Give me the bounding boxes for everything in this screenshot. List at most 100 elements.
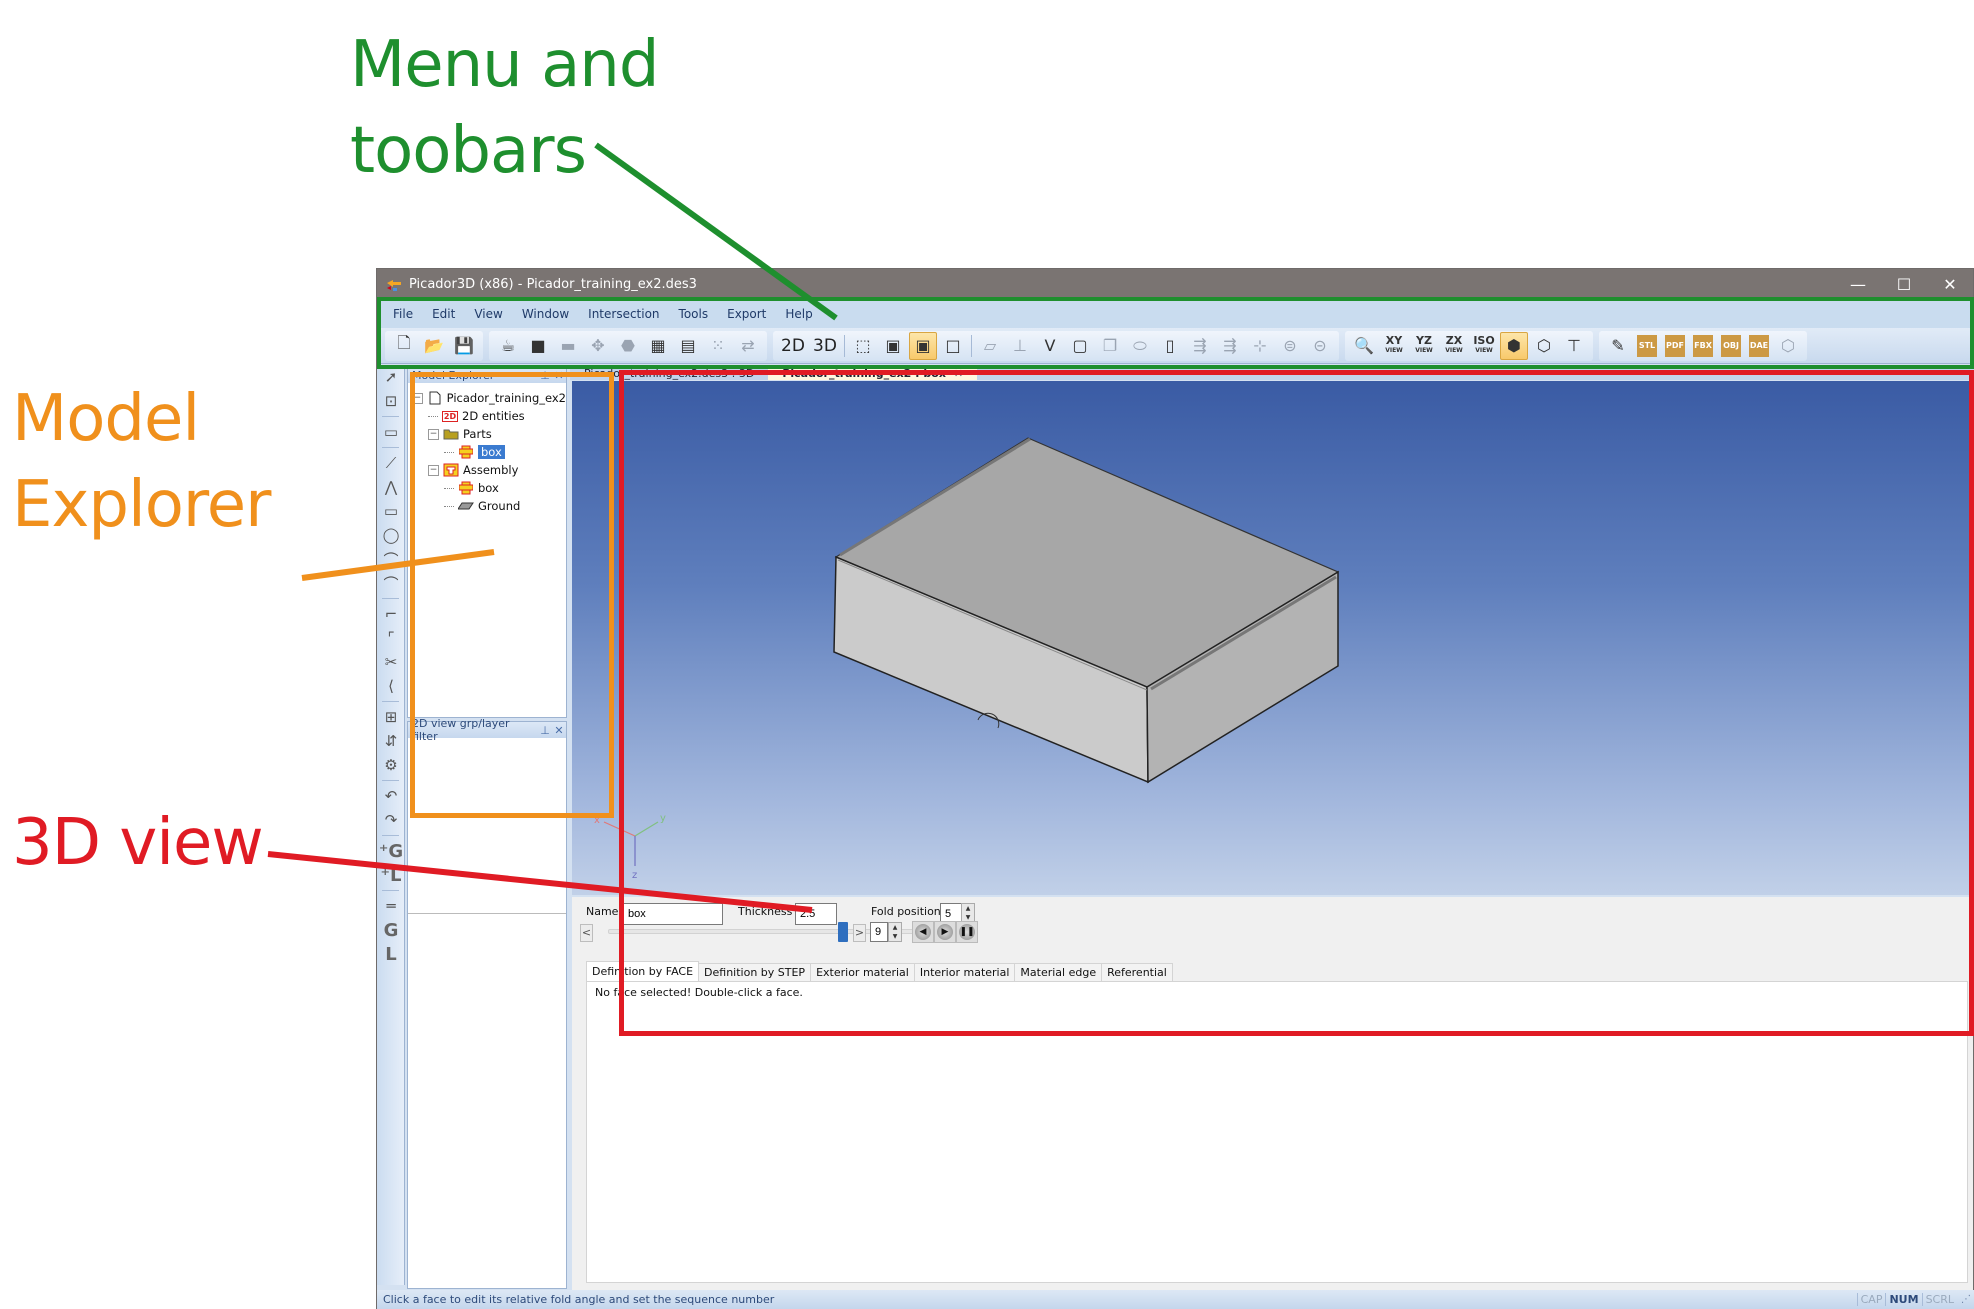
play-backward-button[interactable]: ◀ — [912, 921, 934, 943]
thickness-input[interactable] — [795, 903, 837, 925]
tab-exterior-material[interactable]: Exterior material — [810, 963, 915, 981]
mode-3d-button[interactable]: 3D — [810, 332, 840, 360]
rotate-part-icon[interactable]: ✥ — [584, 332, 612, 360]
export-3dpdf-icon[interactable]: PDF — [1665, 334, 1685, 357]
tab-definition-by-step[interactable]: Definition by STEP — [698, 963, 812, 981]
add-group-icon[interactable]: ⁺G — [377, 839, 405, 863]
grid-parts-icon[interactable]: ⁙ — [704, 332, 732, 360]
play-forward-button[interactable]: ▶ — [934, 921, 956, 943]
shaded-box-icon[interactable]: ▣ — [879, 332, 907, 360]
select-arrow-icon[interactable]: ➚ — [377, 365, 405, 389]
tree-item-box[interactable]: box — [412, 443, 566, 461]
zoom-icon[interactable]: 🔍 — [1350, 332, 1378, 360]
pin-icon[interactable]: ⊥ — [538, 369, 552, 382]
flatten-icon[interactable]: ⬭ — [1126, 332, 1154, 360]
swap-icon[interactable]: ⇄ — [734, 332, 762, 360]
tab-box-part[interactable]: Picador_training_ex2 : box ✕ — [768, 366, 978, 380]
parallel-icon[interactable]: ═ — [377, 894, 405, 918]
menu-view[interactable]: View — [474, 307, 502, 321]
polyline-icon[interactable]: ⋀ — [377, 475, 405, 499]
eraser-icon[interactable]: ▭ — [377, 420, 405, 444]
wireframe-icon[interactable]: ⬚ — [849, 332, 877, 360]
menu-intersection[interactable]: Intersection — [588, 307, 659, 321]
hidden-lines-icon[interactable]: □ — [939, 332, 967, 360]
layer-icon[interactable]: L — [377, 942, 405, 966]
parts-group-icon[interactable]: ▤ — [674, 332, 702, 360]
dimension-icon[interactable]: ⊥ — [1006, 332, 1034, 360]
menu-tools[interactable]: Tools — [679, 307, 709, 321]
tab-interior-material[interactable]: Interior material — [913, 963, 1016, 981]
group-icon[interactable]: G — [377, 918, 405, 942]
flip-icon[interactable]: ⇵ — [377, 729, 405, 753]
presentation-icon[interactable]: ⊤ — [1560, 332, 1588, 360]
shape-icon[interactable]: ⬣ — [614, 332, 642, 360]
close-button[interactable]: ✕ — [1927, 275, 1973, 294]
tab-referential[interactable]: Referential — [1101, 963, 1173, 981]
resize-grip-icon[interactable]: ⋰ — [1961, 1294, 1974, 1305]
line-icon[interactable]: ⟋ — [377, 451, 405, 475]
export-fbx-icon[interactable]: FBX — [1693, 334, 1713, 357]
close-tab-icon[interactable]: ✕ — [954, 367, 963, 380]
mode-2d-button[interactable]: 2D — [778, 332, 808, 360]
menu-export[interactable]: Export — [727, 307, 766, 321]
align-h-icon[interactable]: ⇶ — [1186, 332, 1214, 360]
align-v-icon[interactable]: ⇶ — [1216, 332, 1244, 360]
hang-alt-icon[interactable]: ⊝ — [1306, 332, 1334, 360]
slider-next-button[interactable]: > — [853, 924, 866, 942]
axis-icon[interactable]: ⊹ — [1246, 332, 1274, 360]
tab-material-edge[interactable]: Material edge — [1014, 963, 1103, 981]
corner-icon[interactable]: ⌐ — [377, 602, 405, 626]
tree-item-assembly[interactable]: − Assembly — [412, 461, 566, 479]
slider-prev-button[interactable]: < — [580, 924, 593, 942]
fold-slider-thumb[interactable] — [838, 922, 848, 942]
menu-file[interactable]: File — [393, 307, 413, 321]
step-input[interactable] — [870, 922, 888, 942]
minimize-button[interactable]: — — [1835, 275, 1881, 294]
pause-button[interactable]: ❚❚ — [956, 921, 978, 943]
tree-item-picador-training-ex2[interactable]: − Picador_training_ex2 — [412, 389, 566, 407]
tree-item-parts[interactable]: − Parts — [412, 425, 566, 443]
tree-item-box[interactable]: box — [412, 479, 566, 497]
machine-icon[interactable]: ⚙ — [377, 753, 405, 777]
save-icon[interactable]: 💾 — [450, 332, 478, 360]
hang-icon[interactable]: ⊜ — [1276, 332, 1304, 360]
parts-stack-icon[interactable]: ▦ — [644, 332, 672, 360]
rectangle-icon[interactable]: ▭ — [377, 499, 405, 523]
zx-view-icon[interactable]: ZX VIEW — [1440, 332, 1468, 360]
pin-icon[interactable]: ⊥ — [538, 724, 552, 737]
xy-view-icon[interactable]: XY VIEW — [1380, 332, 1408, 360]
crop-icon[interactable]: ⊞ — [377, 705, 405, 729]
maximize-button[interactable]: ☐ — [1881, 275, 1927, 294]
menu-edit[interactable]: Edit — [432, 307, 455, 321]
collapse-toggle-icon[interactable]: − — [428, 428, 439, 440]
step-stepper[interactable]: ▲ ▼ — [888, 922, 902, 942]
redo-icon[interactable]: ↷ — [377, 808, 405, 832]
mold-icon[interactable]: ▬ — [554, 332, 582, 360]
shaded-edges-icon[interactable]: ▣ — [909, 331, 937, 360]
scissors-icon[interactable]: ✂ — [377, 650, 405, 674]
3d-viewport[interactable]: x y z — [572, 381, 1973, 895]
circle-icon[interactable]: ◯ — [377, 523, 405, 547]
export-stl-icon[interactable]: STL — [1637, 334, 1657, 357]
copy-icon[interactable]: ❐ — [1096, 332, 1124, 360]
export-obj-icon[interactable]: OBJ — [1721, 334, 1741, 357]
close-panel-icon[interactable]: ✕ — [552, 724, 566, 737]
fillet-icon[interactable]: ⌜ — [377, 626, 405, 650]
open-file-icon[interactable]: 📂 — [420, 332, 448, 360]
undo-icon[interactable]: ↶ — [377, 784, 405, 808]
menu-help[interactable]: Help — [785, 307, 812, 321]
fold-position-stepper[interactable]: ▲ ▼ — [961, 903, 975, 923]
fold-icon[interactable]: V — [1036, 332, 1064, 360]
iso-view-icon[interactable]: ISO VIEW — [1470, 332, 1498, 360]
resize-sheet-icon[interactable]: ⊡ — [377, 389, 405, 413]
tree-item-ground[interactable]: Ground — [412, 497, 566, 515]
parts-icon[interactable]: ▱ — [976, 332, 1004, 360]
explode-cube-icon[interactable]: ⬡ — [1530, 332, 1558, 360]
edit-sign-icon[interactable]: ✎ — [1604, 332, 1632, 360]
perspective-cube-icon[interactable]: ⬢ — [1500, 331, 1528, 360]
close-panel-icon[interactable]: ✕ — [552, 369, 566, 382]
teapot-icon[interactable]: ☕ — [494, 332, 522, 360]
arc-3pt-icon[interactable]: ⌒ — [377, 571, 405, 595]
chamfer-icon[interactable]: ⟨ — [377, 674, 405, 698]
hexagon-icon[interactable]: ⬡ — [1774, 332, 1802, 360]
